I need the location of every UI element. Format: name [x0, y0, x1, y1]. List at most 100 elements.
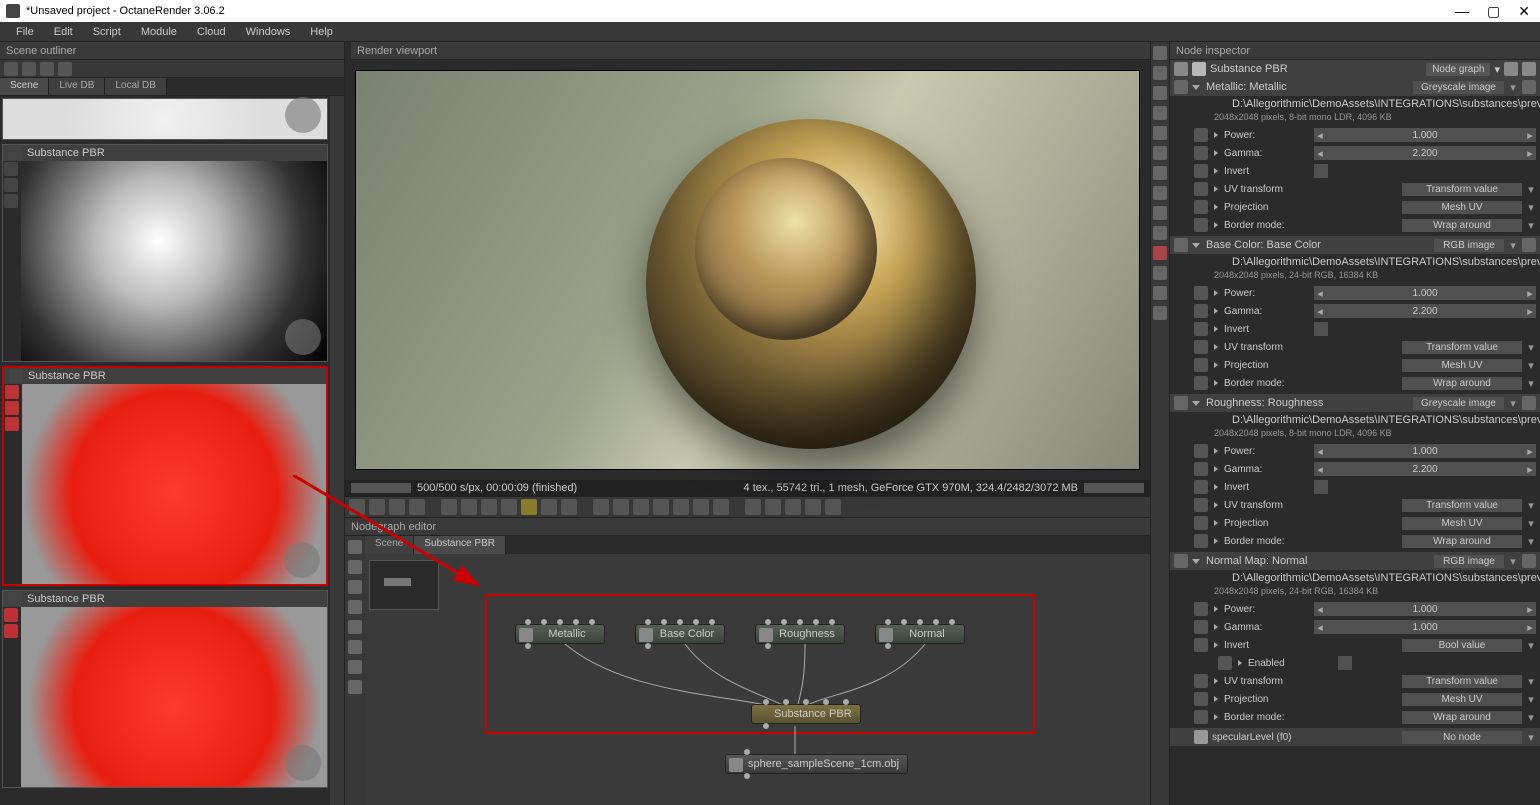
- expand-icon[interactable]: [1214, 466, 1218, 472]
- material-card[interactable]: Substance PBR: [2, 144, 328, 362]
- tool-icon[interactable]: [1522, 80, 1536, 94]
- tool-icon[interactable]: [1174, 62, 1188, 76]
- dropdown[interactable]: Bool value: [1402, 639, 1522, 652]
- value-slider[interactable]: ◂2.200▸: [1314, 146, 1536, 160]
- channel-swatch[interactable]: [4, 162, 18, 176]
- dropdown[interactable]: No node: [1402, 731, 1522, 744]
- pause-icon[interactable]: [501, 499, 517, 515]
- sidebar-icon[interactable]: [1153, 186, 1167, 200]
- ng-tool-icon[interactable]: [348, 640, 362, 654]
- node-metallic[interactable]: Metallic: [515, 624, 605, 644]
- chevron-down-icon[interactable]: ▾: [1526, 201, 1536, 214]
- dropdown[interactable]: Mesh UV: [1402, 517, 1522, 530]
- chevron-down-icon[interactable]: ▾: [1526, 219, 1536, 232]
- outliner-list[interactable]: Substance PBR Substance PBR Substance PB…: [0, 96, 330, 805]
- ng-tool-icon[interactable]: [348, 600, 362, 614]
- expand-icon[interactable]: [1214, 642, 1218, 648]
- menu-file[interactable]: File: [6, 26, 44, 38]
- chevron-down-icon[interactable]: ▾: [1526, 675, 1536, 688]
- channel-swatch[interactable]: [4, 178, 18, 192]
- ng-tool-icon[interactable]: [348, 660, 362, 674]
- expand-icon[interactable]: [1214, 344, 1218, 350]
- expand-icon[interactable]: [1214, 308, 1218, 314]
- expand-icon[interactable]: [1214, 204, 1218, 210]
- nodegraph-canvas[interactable]: Scene Substance PBR Metallic Base Color: [365, 536, 1150, 805]
- expand-icon[interactable]: [1214, 168, 1218, 174]
- sidebar-icon[interactable]: [1153, 106, 1167, 120]
- expand-icon[interactable]: [1214, 606, 1218, 612]
- expand-icon[interactable]: [1214, 678, 1218, 684]
- expand-icon[interactable]: [1214, 290, 1218, 296]
- channel-swatch[interactable]: [4, 624, 18, 638]
- node-substance-pbr[interactable]: Substance PBR: [751, 704, 861, 724]
- node-normal[interactable]: Normal: [875, 624, 965, 644]
- dropdown[interactable]: Wrap around: [1402, 711, 1522, 724]
- dropdown[interactable]: Transform value: [1402, 675, 1522, 688]
- expand-icon[interactable]: [1192, 243, 1200, 248]
- section-header[interactable]: Roughness: Roughness Greyscale image ▾: [1170, 394, 1540, 412]
- material-card[interactable]: Substance PBR: [2, 590, 328, 788]
- toolbar-icon[interactable]: [785, 499, 801, 515]
- channel-swatch[interactable]: [5, 417, 19, 431]
- chevron-down-icon[interactable]: ▾: [1508, 555, 1518, 568]
- type-dropdown[interactable]: Greyscale image: [1413, 397, 1504, 410]
- expand-icon[interactable]: [1214, 520, 1218, 526]
- expand-icon[interactable]: [1214, 714, 1218, 720]
- expand-icon[interactable]: [1238, 660, 1242, 666]
- toolbar-icon[interactable]: [825, 499, 841, 515]
- checkbox[interactable]: [1314, 322, 1328, 336]
- dropdown[interactable]: Wrap around: [1402, 535, 1522, 548]
- value-slider[interactable]: ◂1.000▸: [1314, 444, 1536, 458]
- tool-icon[interactable]: [1522, 396, 1536, 410]
- minimize-button[interactable]: —: [1455, 3, 1469, 20]
- expand-icon[interactable]: [1214, 380, 1218, 386]
- value-slider[interactable]: ◂1.000▸: [1314, 602, 1536, 616]
- toolbar-icon[interactable]: [673, 499, 689, 515]
- chevron-down-icon[interactable]: ▾: [1526, 535, 1536, 548]
- menu-edit[interactable]: Edit: [44, 26, 83, 38]
- tab-localdb[interactable]: Local DB: [105, 78, 167, 95]
- expand-icon[interactable]: [1192, 401, 1200, 406]
- node-roughness[interactable]: Roughness: [755, 624, 845, 644]
- toolbar-icon[interactable]: [389, 499, 405, 515]
- toolbar-icon[interactable]: [349, 499, 365, 515]
- outliner-tool-icon[interactable]: [22, 62, 36, 76]
- chevron-down-icon[interactable]: ▾: [1526, 377, 1536, 390]
- dropdown[interactable]: Mesh UV: [1402, 201, 1522, 214]
- sidebar-icon[interactable]: [1153, 86, 1167, 100]
- close-button[interactable]: ✕: [1518, 3, 1530, 20]
- nodegraph-minimap[interactable]: [369, 560, 439, 610]
- expand-icon[interactable]: [1214, 186, 1218, 192]
- inspector-mode-dropdown[interactable]: Node graph: [1426, 63, 1490, 76]
- ng-tab-substance[interactable]: Substance PBR: [414, 536, 506, 554]
- chevron-down-icon[interactable]: ▾: [1494, 63, 1500, 76]
- dropdown[interactable]: Mesh UV: [1402, 359, 1522, 372]
- expand-icon[interactable]: [1214, 448, 1218, 454]
- section-header[interactable]: Base Color: Base Color RGB image ▾: [1170, 236, 1540, 254]
- expand-icon[interactable]: [1214, 132, 1218, 138]
- node-basecolor[interactable]: Base Color: [635, 624, 725, 644]
- sidebar-icon[interactable]: [1153, 286, 1167, 300]
- toolbar-icon[interactable]: [745, 499, 761, 515]
- chevron-down-icon[interactable]: ▾: [1526, 693, 1536, 706]
- ng-tool-icon[interactable]: [348, 540, 362, 554]
- chevron-down-icon[interactable]: ▾: [1526, 639, 1536, 652]
- sidebar-icon[interactable]: [1153, 166, 1167, 180]
- tab-scene[interactable]: Scene: [0, 78, 49, 95]
- expand-icon[interactable]: [1192, 559, 1200, 564]
- channel-swatch[interactable]: [5, 401, 19, 415]
- menu-windows[interactable]: Windows: [236, 26, 301, 38]
- toolbar-icon[interactable]: [481, 499, 497, 515]
- chevron-down-icon[interactable]: ▾: [1508, 81, 1518, 94]
- outliner-tool-icon[interactable]: [58, 62, 72, 76]
- toolbar-icon[interactable]: [541, 499, 557, 515]
- outliner-scrollbar[interactable]: [330, 96, 344, 805]
- toolbar-icon[interactable]: [805, 499, 821, 515]
- tool-icon[interactable]: [1522, 238, 1536, 252]
- play-icon[interactable]: [521, 499, 537, 515]
- material-card[interactable]: [2, 98, 328, 140]
- sidebar-icon[interactable]: [1153, 306, 1167, 320]
- type-dropdown[interactable]: RGB image: [1434, 239, 1504, 252]
- expand-icon[interactable]: [1214, 326, 1218, 332]
- toolbar-icon[interactable]: [693, 499, 709, 515]
